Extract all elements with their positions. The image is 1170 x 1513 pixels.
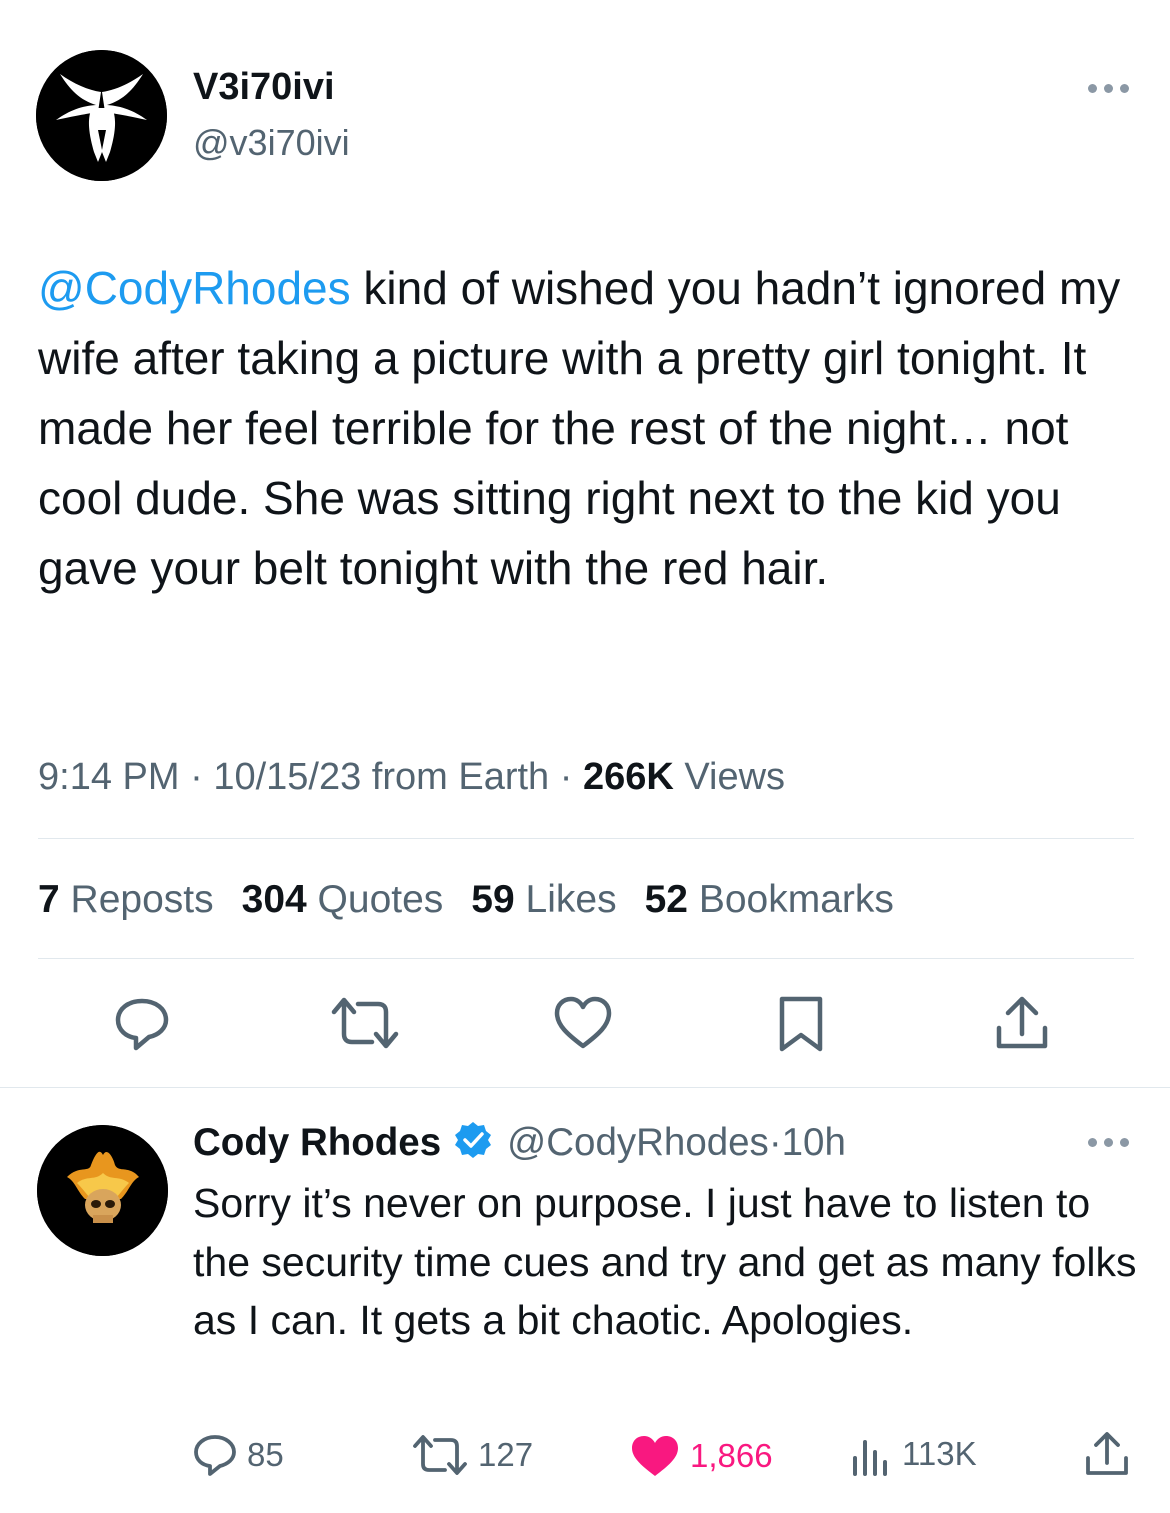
like-count: 1,866 <box>690 1437 773 1474</box>
tweet-text: @CodyRhodes kind of wished you hadn’t ig… <box>38 253 1138 603</box>
repost-count: 127 <box>478 1436 534 1473</box>
reply-author-handle[interactable]: @CodyRhodes <box>507 1121 769 1165</box>
bookmark-icon[interactable] <box>777 995 825 1053</box>
reply-share-icon[interactable] <box>1084 1430 1130 1478</box>
author-display-name[interactable]: V3i70ivi <box>193 66 335 109</box>
separator: · <box>549 756 583 798</box>
reply-icon <box>194 1435 236 1476</box>
more-options-icon[interactable] <box>1088 84 1129 93</box>
views-label: Views <box>673 756 786 798</box>
quotes-label: Quotes <box>317 878 444 921</box>
reply-header: Cody Rhodes @CodyRhodes · 10h <box>193 1120 846 1165</box>
like-icon[interactable] <box>553 996 613 1050</box>
reply-author-display-name[interactable]: Cody Rhodes <box>193 1121 441 1165</box>
reply-author-avatar[interactable] <box>37 1125 168 1256</box>
engagement-stats: 7 Reposts 304 Quotes 59 Likes 52 Bookmar… <box>38 878 894 922</box>
divider <box>0 1087 1170 1088</box>
reply-views-button[interactable]: 113K <box>850 1432 977 1476</box>
reply-text: Sorry it’s never on purpose. I just have… <box>193 1180 1137 1343</box>
reply-repost-button[interactable]: 127 <box>412 1434 533 1476</box>
bookmarks-label: Bookmarks <box>698 878 894 921</box>
quotes-stat[interactable]: 304 Quotes <box>242 878 444 922</box>
separator: · <box>179 756 214 798</box>
reply-timestamp[interactable]: 10h <box>782 1121 846 1165</box>
quotes-count: 304 <box>241 878 307 921</box>
author-avatar[interactable] <box>36 50 167 181</box>
bookmarks-count: 52 <box>644 878 688 921</box>
reply-replies-button[interactable]: 85 <box>193 1432 284 1478</box>
tweet-source: from Earth <box>361 756 550 798</box>
repost-icon <box>413 1435 467 1475</box>
reply-more-options-icon[interactable] <box>1088 1138 1129 1147</box>
likes-label: Likes <box>525 878 617 921</box>
verified-badge-icon <box>453 1120 493 1165</box>
reposts-count: 7 <box>38 878 60 921</box>
views-icon <box>853 1440 887 1476</box>
liked-heart-icon <box>632 1436 678 1476</box>
author-handle[interactable]: @v3i70ivi <box>193 122 350 164</box>
likes-count: 59 <box>471 878 515 921</box>
bookmarks-stat[interactable]: 52 Bookmarks <box>645 878 894 922</box>
separator: · <box>768 1120 782 1164</box>
reply-icon[interactable] <box>113 994 171 1052</box>
tweet-time[interactable]: 9:14 PM <box>38 756 180 798</box>
divider <box>38 958 1134 959</box>
views-count: 266K <box>582 756 674 798</box>
flaming-skull-icon <box>37 1125 168 1256</box>
views-count: 113K <box>902 1435 977 1472</box>
symbiote-spider-icon <box>36 50 167 181</box>
reposts-stat[interactable]: 7 Reposts <box>38 878 214 922</box>
tweet-meta: 9:14 PM · 10/15/23 from Earth · 266K Vie… <box>38 756 785 799</box>
share-icon[interactable] <box>994 994 1050 1052</box>
likes-stat[interactable]: 59 Likes <box>471 878 616 922</box>
reposts-label: Reposts <box>70 878 214 921</box>
repost-icon[interactable] <box>330 996 400 1050</box>
divider <box>38 838 1134 839</box>
mention-link[interactable]: @CodyRhodes <box>38 262 351 314</box>
reply-like-button[interactable]: 1,866 <box>630 1434 773 1478</box>
tweet-date[interactable]: 10/15/23 <box>213 756 361 798</box>
reply-count: 85 <box>247 1436 284 1473</box>
